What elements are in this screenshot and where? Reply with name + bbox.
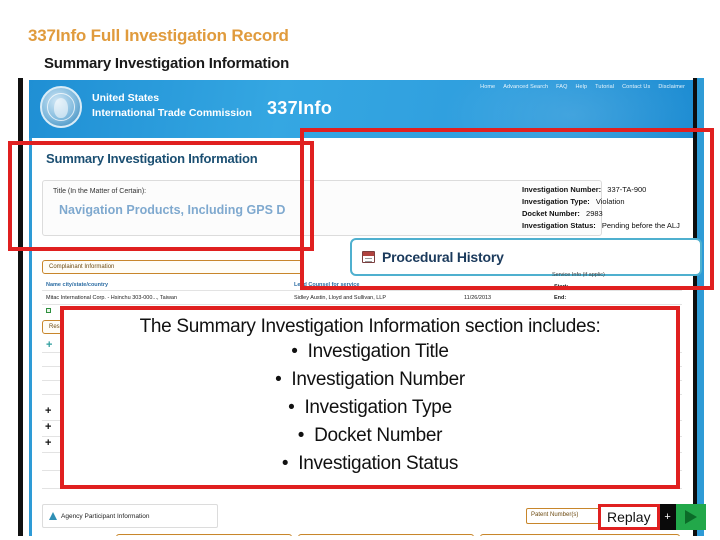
row-expand-icon[interactable]: + xyxy=(45,422,51,433)
play-button[interactable] xyxy=(675,504,706,530)
callout-lead-text: The Summary Investigation Information se… xyxy=(139,316,601,337)
expand-controls-button[interactable]: + xyxy=(659,504,676,530)
agency-triangle-icon xyxy=(49,512,57,520)
top-navigation: Home Advanced Search FAQ Help Tutorial C… xyxy=(480,84,685,90)
replay-button[interactable]: Replay xyxy=(598,504,660,530)
agency-participant-section[interactable]: Agency Participant Information xyxy=(42,504,218,528)
annotation-box-investigation-meta xyxy=(300,128,714,290)
bottom-bar-segment xyxy=(116,534,292,536)
slide-canvas: 337Info Full Investigation Record Summar… xyxy=(0,0,720,540)
agency-name-line1: United States xyxy=(92,92,160,104)
nav-advanced-search[interactable]: Advanced Search xyxy=(503,84,548,90)
annotation-box-summary-title xyxy=(8,141,314,251)
callout-panel: The Summary Investigation Information se… xyxy=(60,306,680,489)
us-itc-seal-icon xyxy=(40,86,82,128)
nav-contact-us[interactable]: Contact Us xyxy=(622,84,650,90)
agency-participant-label: Agency Participant Information xyxy=(61,512,150,520)
nav-faq[interactable]: FAQ xyxy=(556,84,567,90)
row-divider xyxy=(42,304,682,305)
bottom-bar-segment xyxy=(298,534,474,536)
complainant-caption: Complainant Information xyxy=(42,260,304,274)
row-checkbox-icon[interactable] xyxy=(46,308,51,313)
end-date-label: End: xyxy=(554,295,567,301)
complainant-counsel-value: Sidley Austin, Lloyd and Sullivan, LLP xyxy=(294,295,387,301)
callout-item-investigation-title: Investigation Title xyxy=(275,338,465,366)
callout-list: Investigation Title Investigation Number… xyxy=(275,338,465,478)
bottom-bar-segment xyxy=(480,534,680,536)
row-expand-icon[interactable]: + xyxy=(45,406,51,417)
row-divider xyxy=(42,290,682,291)
slide-subtitle: Summary Investigation Information xyxy=(44,55,290,72)
nav-disclaimer[interactable]: Disclaimer xyxy=(658,84,685,90)
respondent-expand-all-icon[interactable]: + xyxy=(46,340,52,351)
slide-title: 337Info Full Investigation Record xyxy=(28,26,289,45)
nav-help[interactable]: Help xyxy=(575,84,587,90)
site-brand-337info: 337Info xyxy=(267,98,333,118)
callout-item-investigation-status: Investigation Status xyxy=(275,450,465,478)
nav-home[interactable]: Home xyxy=(480,84,495,90)
callout-item-docket-number: Docket Number xyxy=(275,422,465,450)
complainant-name-value: Mitac International Corp. - Hsinchu 303-… xyxy=(46,295,178,301)
agency-name-line2: International Trade Commission xyxy=(92,107,252,119)
complainant-date-value: 11/26/2013 xyxy=(464,295,492,301)
callout-item-investigation-number: Investigation Number xyxy=(275,366,465,394)
row-expand-icon[interactable]: + xyxy=(45,438,51,449)
callout-item-investigation-type: Investigation Type xyxy=(275,394,465,422)
play-triangle-icon xyxy=(684,510,697,524)
complainant-col-name: Name city/state/country xyxy=(46,282,109,288)
nav-tutorial[interactable]: Tutorial xyxy=(595,84,614,90)
playback-controls: Replay + xyxy=(598,504,706,530)
